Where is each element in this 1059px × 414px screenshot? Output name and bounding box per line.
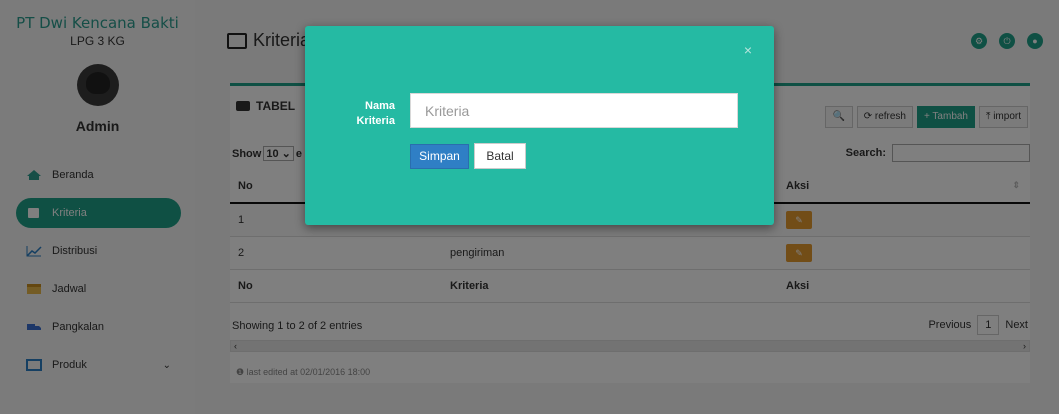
add-kriteria-modal: × Nama Kriteria Simpan Batal [305, 26, 774, 225]
save-button[interactable]: Simpan [410, 144, 469, 169]
kriteria-input[interactable] [410, 93, 738, 128]
cancel-button[interactable]: Batal [474, 143, 526, 169]
nama-kriteria-label: Nama Kriteria [356, 100, 395, 127]
close-icon[interactable]: × [744, 42, 752, 58]
